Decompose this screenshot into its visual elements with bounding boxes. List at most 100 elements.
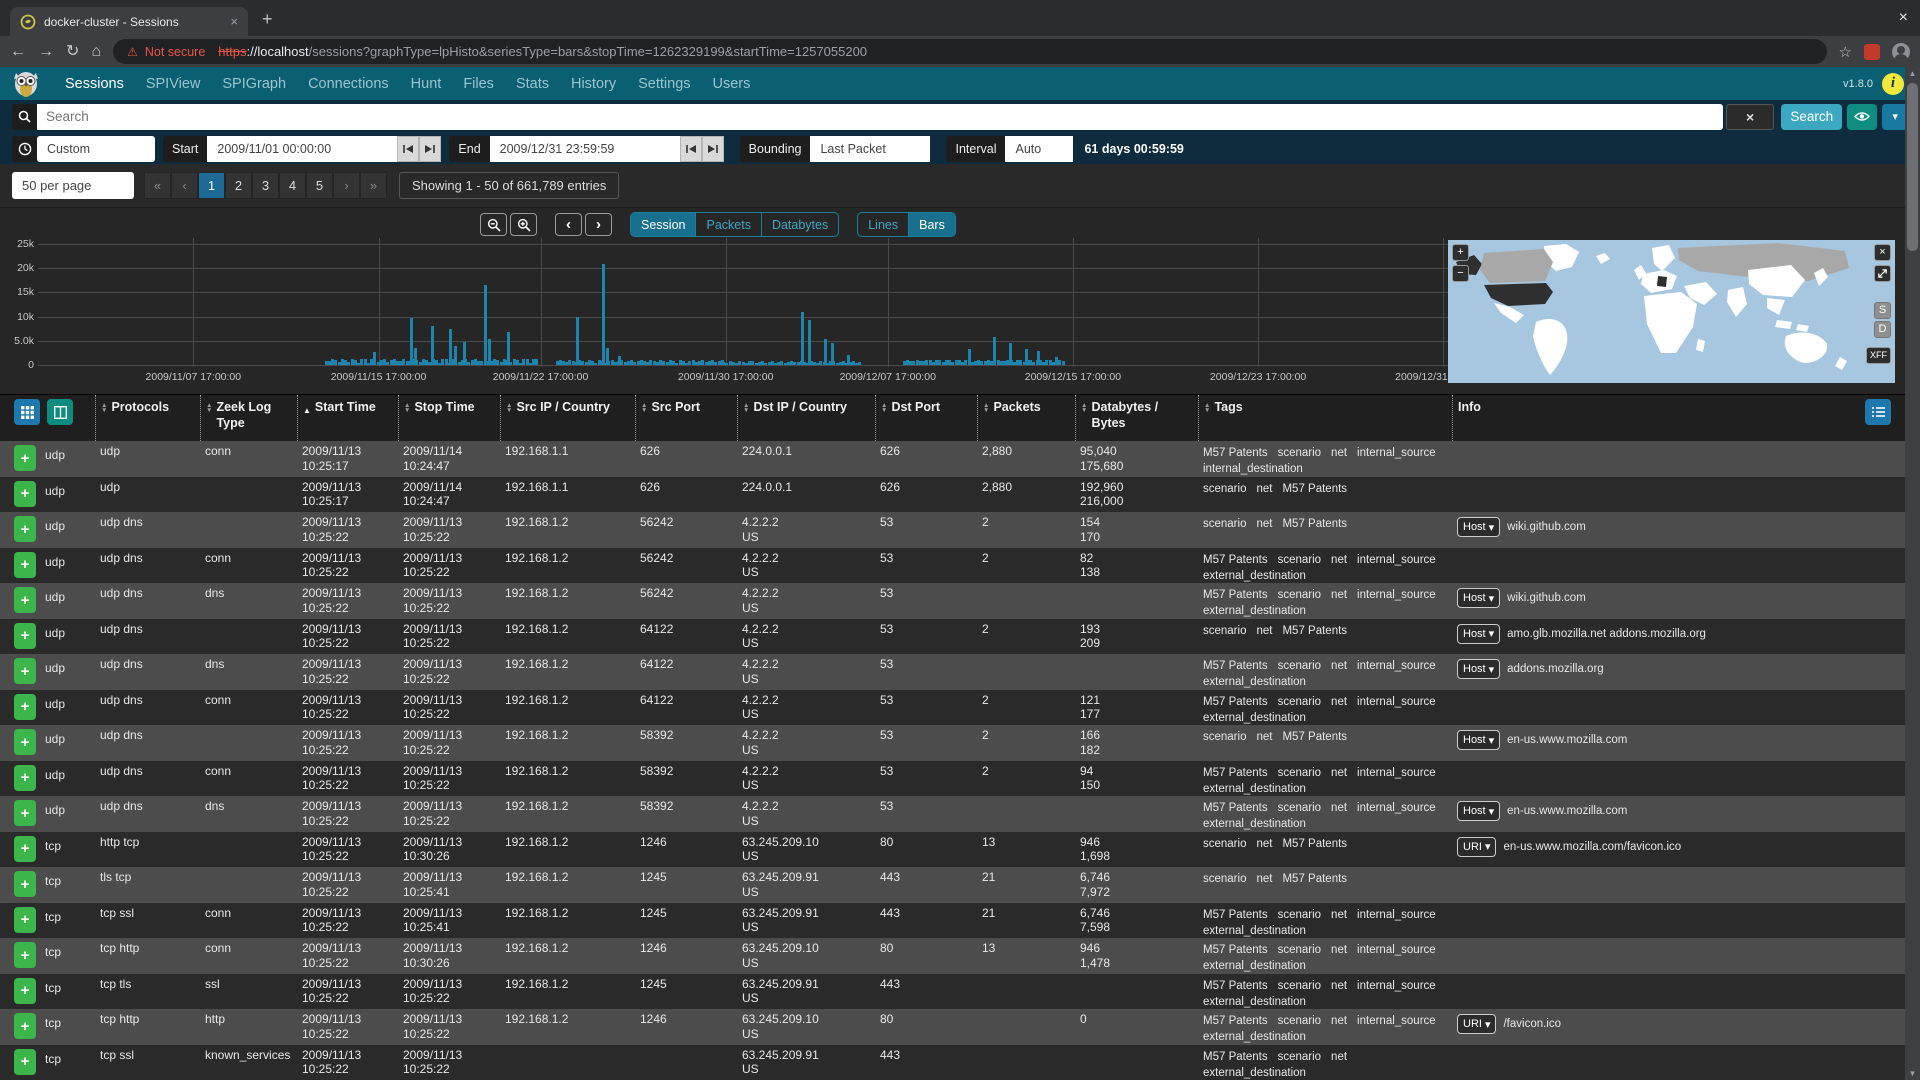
world-map[interactable]: + − × S D XFF <box>1448 240 1895 383</box>
expand-row-icon[interactable]: + <box>14 552 36 578</box>
page-scrollbar[interactable]: ▲ ▼ <box>1905 67 1920 1080</box>
map-zoom-out-icon[interactable]: − <box>1452 265 1469 282</box>
col-header-src-port[interactable]: ▲▼Src Port <box>635 395 737 441</box>
expand-row-icon[interactable]: + <box>14 729 36 755</box>
col-header-dst-port[interactable]: ▲▼Dst Port <box>875 395 977 441</box>
expand-row-icon[interactable]: + <box>14 445 36 471</box>
expand-row-icon[interactable]: + <box>14 516 36 542</box>
nav-item-stats[interactable]: Stats <box>505 76 560 92</box>
clear-search-icon[interactable]: × <box>1726 104 1774 130</box>
adblock-extension-icon[interactable] <box>1864 44 1880 60</box>
expand-row-icon[interactable]: + <box>14 694 36 720</box>
search-input[interactable] <box>37 104 1723 130</box>
eye-icon[interactable] <box>1847 104 1877 130</box>
info-uri-button[interactable]: URI▾ <box>1457 1014 1496 1034</box>
tab-close-icon[interactable]: × <box>230 14 238 29</box>
page-button-»[interactable]: » <box>360 172 387 199</box>
col-header-zeek-log-type[interactable]: ▲▼Zeek Log Type <box>200 395 297 441</box>
map-close-icon[interactable]: × <box>1874 244 1891 261</box>
style-lines-toggle[interactable]: Lines <box>858 213 908 236</box>
info-host-button[interactable]: Host▾ <box>1457 801 1500 821</box>
url-bar[interactable]: ⚠ Not secure https://localhost/sessions?… <box>113 39 1826 64</box>
info-host-button[interactable]: Host▾ <box>1457 730 1500 750</box>
expand-row-icon[interactable]: + <box>14 800 36 826</box>
col-header-dst-ip-country[interactable]: ▲▼Dst IP / Country <box>737 395 875 441</box>
session-row[interactable]: +udpudp dnsconn2009/11/13 10:25:222009/1… <box>0 761 1905 797</box>
pan-left-icon[interactable]: ‹ <box>555 213 582 236</box>
expand-row-icon[interactable]: + <box>14 658 36 684</box>
session-row[interactable]: +tcptls tcp2009/11/13 10:25:222009/11/13… <box>0 867 1905 903</box>
expand-row-icon[interactable]: + <box>14 1049 36 1075</box>
scrollbar-up-icon[interactable]: ▲ <box>1905 69 1920 78</box>
nav-item-files[interactable]: Files <box>452 76 505 92</box>
bounding-select[interactable]: Last Packet <box>810 136 930 162</box>
zoom-out-icon[interactable] <box>480 213 507 236</box>
session-row[interactable]: +udpudp dns2009/11/13 10:25:222009/11/13… <box>0 725 1905 761</box>
col-header-src-ip-country[interactable]: ▲▼Src IP / Country <box>500 395 635 441</box>
session-row[interactable]: +udpudp dnsdns2009/11/13 10:25:222009/11… <box>0 796 1905 832</box>
session-row[interactable]: +tcptcp sslconn2009/11/13 10:25:222009/1… <box>0 903 1905 939</box>
new-tab-button[interactable]: + <box>262 10 273 28</box>
page-button-›[interactable]: › <box>333 172 360 199</box>
expand-row-icon[interactable]: + <box>14 587 36 613</box>
window-close-icon[interactable]: × <box>1899 9 1908 27</box>
nav-item-spiview[interactable]: SPIView <box>135 76 212 92</box>
col-header-tags[interactable]: ▲▼Tags <box>1198 395 1452 441</box>
expand-row-icon[interactable]: + <box>14 765 36 791</box>
pan-right-icon[interactable]: › <box>585 213 612 236</box>
start-time-input[interactable]: 2009/11/01 00:00:00 <box>207 136 397 162</box>
zoom-in-icon[interactable] <box>510 213 537 236</box>
page-button-‹[interactable]: ‹ <box>171 172 198 199</box>
session-row[interactable]: +udpudp dnsdns2009/11/13 10:25:222009/11… <box>0 583 1905 619</box>
info-uri-button[interactable]: URI▾ <box>1457 837 1496 857</box>
session-row[interactable]: +udpudp dns2009/11/13 10:25:222009/11/13… <box>0 619 1905 655</box>
session-row[interactable]: +udpudp dnsconn2009/11/13 10:25:222009/1… <box>0 548 1905 584</box>
time-range-select[interactable]: Custom <box>37 136 155 162</box>
expand-row-icon[interactable]: + <box>14 871 36 897</box>
col-header-packets[interactable]: ▲▼Packets <box>977 395 1075 441</box>
info-host-button[interactable]: Host▾ <box>1457 588 1500 608</box>
start-skip-back-icon[interactable] <box>397 136 419 162</box>
col-header-databytes-bytes[interactable]: ▲▼Databytes / Bytes <box>1075 395 1198 441</box>
page-button-3[interactable]: 3 <box>252 172 279 199</box>
nav-item-users[interactable]: Users <box>702 76 762 92</box>
nav-item-settings[interactable]: Settings <box>627 76 701 92</box>
bookmark-star-icon[interactable]: ☆ <box>1839 43 1852 61</box>
expand-row-icon[interactable]: + <box>14 978 36 1004</box>
map-xff-toggle[interactable]: XFF <box>1866 347 1891 364</box>
expand-row-icon[interactable]: + <box>14 623 36 649</box>
expand-row-icon[interactable]: + <box>14 1013 36 1039</box>
expand-row-icon[interactable]: + <box>14 942 36 968</box>
end-skip-back-icon[interactable] <box>680 136 702 162</box>
info-host-button[interactable]: Host▾ <box>1457 624 1500 644</box>
map-src-toggle[interactable]: S <box>1874 302 1891 319</box>
expand-row-icon[interactable]: + <box>14 836 36 862</box>
start-skip-forward-icon[interactable] <box>419 136 441 162</box>
series-session-toggle[interactable]: Session <box>631 213 695 236</box>
map-expand-icon[interactable] <box>1874 265 1891 282</box>
session-row[interactable]: +udpudp2009/11/13 10:25:172009/11/14 10:… <box>0 477 1905 513</box>
session-row[interactable]: +tcphttp tcp2009/11/13 10:25:222009/11/1… <box>0 832 1905 868</box>
nav-item-history[interactable]: History <box>560 76 627 92</box>
scrollbar-down-icon[interactable]: ▼ <box>1905 1069 1920 1078</box>
profile-avatar[interactable] <box>1892 43 1910 61</box>
interval-select[interactable]: Auto <box>1005 136 1073 162</box>
nav-item-connections[interactable]: Connections <box>297 76 400 92</box>
expand-row-icon[interactable]: + <box>14 907 36 933</box>
end-skip-forward-icon[interactable] <box>702 136 724 162</box>
info-host-button[interactable]: Host▾ <box>1457 659 1500 679</box>
info-icon[interactable]: i <box>1882 73 1904 95</box>
session-row[interactable]: +udpudp dnsdns2009/11/13 10:25:222009/11… <box>0 654 1905 690</box>
back-icon[interactable]: ← <box>10 44 26 60</box>
series-databytes-toggle[interactable]: Databytes <box>761 213 838 236</box>
per-page-select[interactable]: 50 per page <box>12 172 134 199</box>
reload-icon[interactable]: ↻ <box>66 44 79 60</box>
nav-item-sessions[interactable]: Sessions <box>54 76 135 92</box>
nav-item-spigraph[interactable]: SPIGraph <box>211 76 297 92</box>
map-dst-toggle[interactable]: D <box>1874 321 1891 338</box>
scrollbar-thumb[interactable] <box>1907 83 1918 251</box>
page-button-1[interactable]: 1 <box>198 172 225 199</box>
page-button-5[interactable]: 5 <box>306 172 333 199</box>
series-packets-toggle[interactable]: Packets <box>695 213 760 236</box>
col-header-start-time[interactable]: ▲Start Time <box>297 395 398 441</box>
